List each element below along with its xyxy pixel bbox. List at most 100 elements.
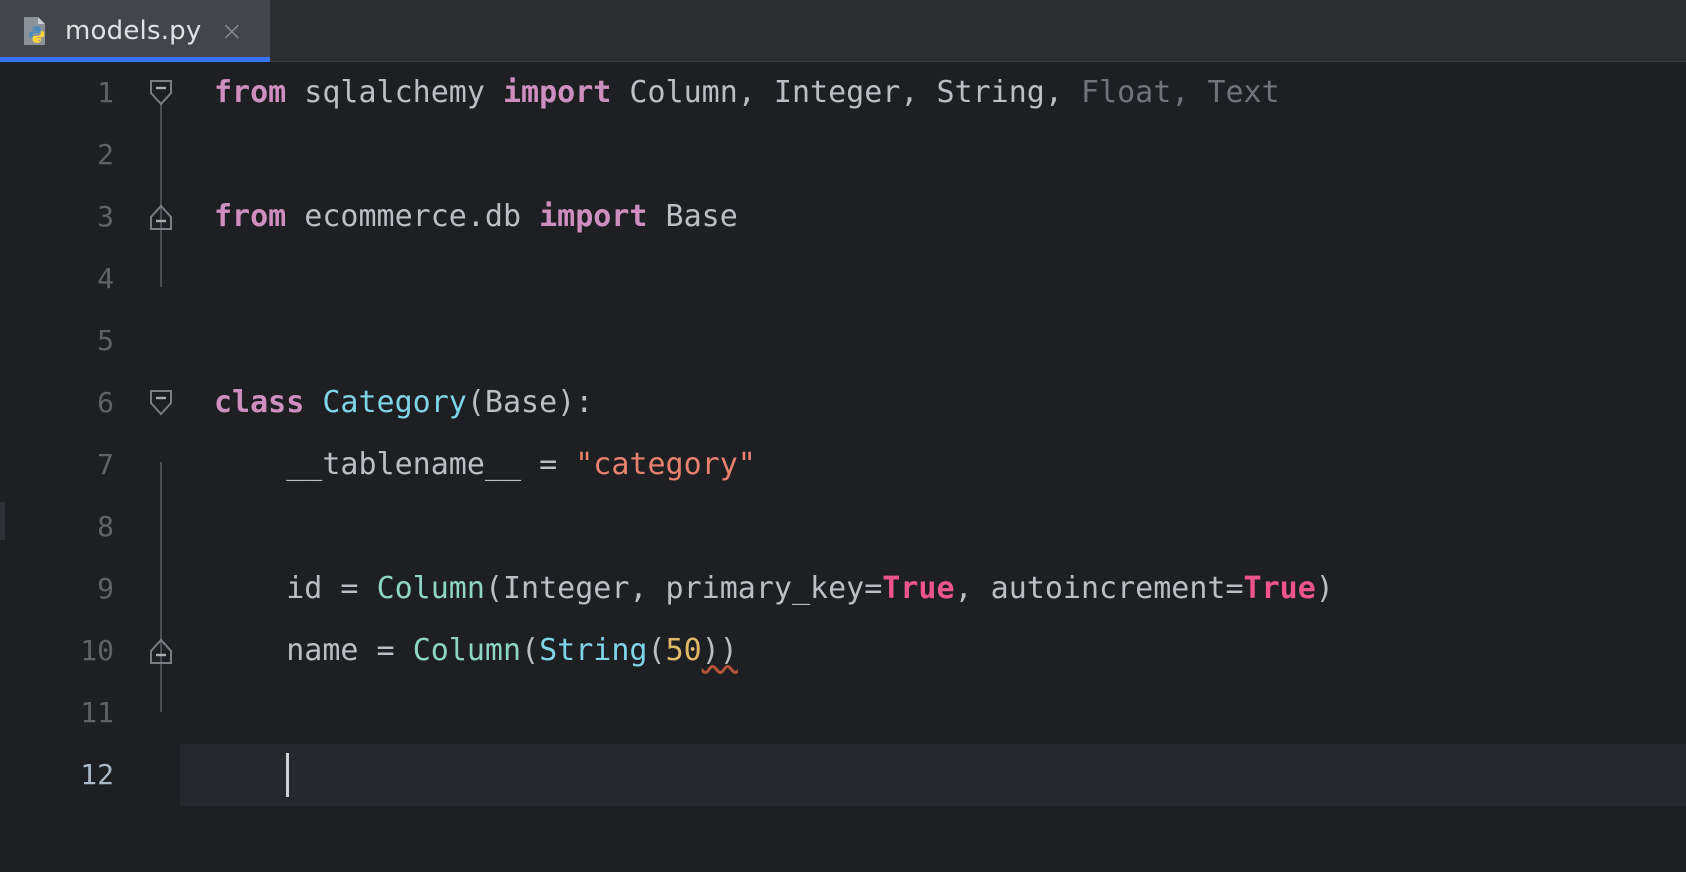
code-row[interactable]: [180, 744, 1686, 806]
gutter-row[interactable]: 6: [0, 372, 140, 434]
gutter-row[interactable]: 11: [0, 682, 140, 744]
gutter-row[interactable]: 12: [0, 744, 140, 806]
line-number: 1: [97, 76, 114, 109]
line-number: 4: [97, 262, 114, 295]
fold-row: [140, 248, 180, 310]
gutter-row[interactable]: 3: [0, 186, 140, 248]
line-number: 5: [97, 324, 114, 357]
code-line-text: class Category(Base):: [180, 372, 1686, 434]
code-token-plain: id =: [214, 571, 377, 606]
fold-collapse-icon[interactable]: [148, 62, 174, 124]
code-editor[interactable]: 1 2 3 4 5 6 7 8 9 10 11 12 from sqlalchemy import C…: [0, 62, 1686, 872]
line-number: 2: [97, 138, 114, 171]
code-line-text: name = Column(String(50)): [180, 620, 1686, 682]
line-number: 9: [97, 572, 114, 605]
fold-row: [140, 682, 180, 744]
code-line-text: [180, 124, 1686, 186]
code-token-class: String: [539, 633, 648, 668]
fold-end-icon[interactable]: [148, 620, 174, 682]
code-line-text: [180, 310, 1686, 372]
code-token-plain: (: [647, 633, 666, 668]
code-line-text: [180, 248, 1686, 310]
code-row[interactable]: id = Column(Integer, primary_key=True, a…: [180, 558, 1686, 620]
code-token-keyword: from: [214, 199, 287, 234]
fold-row: [140, 62, 180, 124]
code-token-class: Category: [322, 385, 467, 420]
code-token-boolean: True: [882, 571, 955, 606]
code-row[interactable]: [180, 496, 1686, 558]
line-number: 8: [97, 510, 114, 543]
gutter-row[interactable]: 8: [0, 496, 140, 558]
code-token-keyword: import: [503, 75, 612, 110]
code-row[interactable]: __tablename__ = "category": [180, 434, 1686, 496]
tab-bar-empty-area: [270, 0, 1686, 62]
gutter-row[interactable]: 4: [0, 248, 140, 310]
code-token-plain: (: [521, 633, 540, 668]
fold-row: [140, 124, 180, 186]
gutter-row[interactable]: 5: [0, 310, 140, 372]
code-row[interactable]: name = Column(String(50)): [180, 620, 1686, 682]
code-line-text: id = Column(Integer, primary_key=True, a…: [180, 558, 1686, 620]
code-folding-strip[interactable]: [140, 62, 180, 872]
code-line-text: from ecommerce.db import Base: [180, 186, 1686, 248]
code-token-unused: Float, Text: [1080, 75, 1280, 110]
change-marker: [0, 502, 5, 540]
tab-models-py[interactable]: models.py ×: [0, 0, 270, 62]
code-token-plain: Base: [647, 199, 738, 234]
fold-row: [140, 620, 180, 682]
code-token-plain: (Integer, primary_key=: [484, 571, 883, 606]
editor-tab-bar: models.py ×: [0, 0, 1686, 62]
close-icon[interactable]: ×: [220, 18, 243, 45]
gutter-row[interactable]: 1: [0, 62, 140, 124]
line-number: 11: [80, 696, 114, 729]
gutter-row[interactable]: 2: [0, 124, 140, 186]
code-row[interactable]: [180, 248, 1686, 310]
code-row[interactable]: from ecommerce.db import Base: [180, 186, 1686, 248]
fold-row: [140, 434, 180, 496]
code-line-text: __tablename__ = "category": [180, 434, 1686, 496]
fold-row: [140, 310, 180, 372]
code-token-plain: __tablename__ =: [214, 447, 576, 482]
line-number: 3: [97, 200, 114, 233]
code-area[interactable]: from sqlalchemy import Column, Integer, …: [180, 62, 1686, 872]
text-caret: [286, 753, 290, 797]
gutter-row[interactable]: 9: [0, 558, 140, 620]
code-token-plain: Column, Integer, String,: [611, 75, 1081, 110]
code-token-boolean: True: [1243, 571, 1316, 606]
line-number: 12: [80, 758, 114, 791]
code-line-text: [180, 682, 1686, 744]
code-token-function: Column: [412, 633, 522, 668]
code-token-plain: , autoincrement=: [954, 571, 1244, 606]
code-token-plain: ecommerce.db: [286, 199, 540, 234]
code-token-plain: sqlalchemy: [286, 75, 503, 110]
code-row[interactable]: [180, 124, 1686, 186]
code-line-text: [180, 744, 1686, 806]
line-number: 6: [97, 386, 114, 419]
fold-collapse-icon[interactable]: [148, 372, 174, 434]
code-row[interactable]: [180, 310, 1686, 372]
fold-row: [140, 372, 180, 434]
fold-row: [140, 186, 180, 248]
gutter-row[interactable]: 7: [0, 434, 140, 496]
code-line-text: [180, 496, 1686, 558]
code-token-string: "category": [575, 447, 756, 482]
code-row[interactable]: from sqlalchemy import Column, Integer, …: [180, 62, 1686, 124]
code-token-error: )): [701, 633, 738, 668]
code-token-keyword: from: [214, 75, 287, 110]
fold-row: [140, 558, 180, 620]
code-row[interactable]: class Category(Base):: [180, 372, 1686, 434]
tab-label: models.py: [65, 16, 202, 46]
line-number: 10: [80, 634, 114, 667]
line-number-gutter[interactable]: 1 2 3 4 5 6 7 8 9 10 11 12: [0, 62, 140, 872]
code-token-keyword: class: [214, 385, 305, 420]
python-file-icon: [22, 15, 52, 47]
fold-end-icon[interactable]: [148, 186, 174, 248]
gutter-row[interactable]: 10: [0, 620, 140, 682]
code-token-plain: (Base):: [466, 385, 594, 420]
code-row[interactable]: [180, 682, 1686, 744]
code-token-keyword: import: [539, 199, 648, 234]
code-line-text: from sqlalchemy import Column, Integer, …: [180, 62, 1686, 124]
code-token-plain: name =: [214, 633, 413, 668]
code-token-function: Column: [376, 571, 485, 606]
